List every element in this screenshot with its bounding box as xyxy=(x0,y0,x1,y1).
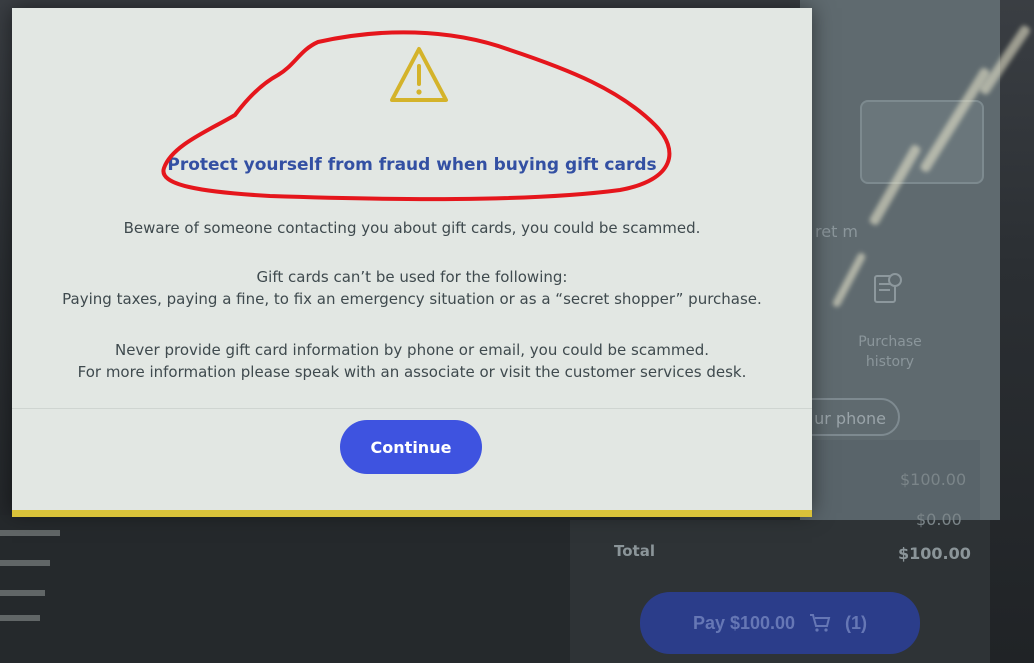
restrictions-list: Paying taxes, paying a fine, to fix an e… xyxy=(62,290,762,308)
subtotal-value: $100.00 xyxy=(900,470,967,489)
modal-divider xyxy=(12,408,812,409)
background-stripe xyxy=(0,560,50,566)
kiosk-screen: ret m Purchase history ur phone $100.00 … xyxy=(0,0,1034,663)
total-label: Total xyxy=(614,542,655,560)
cart-count: (1) xyxy=(845,612,868,633)
restrictions-heading: Gift cards can’t be used for the followi… xyxy=(256,268,568,286)
lower-left-area xyxy=(0,515,570,663)
side-panel-hint-text: ret m xyxy=(815,222,859,241)
background-stripe xyxy=(0,615,40,621)
modal-accent-bar xyxy=(12,510,812,517)
fraud-warning-modal: Protect yourself from fraud when buying … xyxy=(12,8,812,513)
total-value: $100.00 xyxy=(898,544,971,563)
contact-info-text: Never provide gift card information by p… xyxy=(12,339,812,383)
pay-button[interactable]: Pay $100.00 (1) xyxy=(640,592,920,654)
continue-button[interactable]: Continue xyxy=(340,420,482,474)
purchase-history-line2: history xyxy=(865,354,915,370)
purchase-history-label[interactable]: Purchase history xyxy=(845,332,935,372)
pay-button-label: Pay $100.00 xyxy=(692,612,796,633)
cart-icon xyxy=(810,614,831,632)
tax-value: $0.00 xyxy=(916,510,962,529)
background-stripe xyxy=(0,530,60,536)
modal-title: Protect yourself from fraud when buying … xyxy=(167,155,657,175)
receipt-icon xyxy=(874,273,902,303)
background-stripe xyxy=(0,590,45,596)
warning-icon xyxy=(390,47,448,102)
purchase-history-line1: Purchase xyxy=(858,334,922,350)
gift-card-restrictions: Gift cards can’t be used for the followi… xyxy=(12,266,812,310)
scam-warning-text: Beware of someone contacting you about g… xyxy=(123,219,701,237)
more-info-text: For more information please speak with a… xyxy=(77,363,747,381)
never-provide-text: Never provide gift card information by p… xyxy=(114,341,710,359)
